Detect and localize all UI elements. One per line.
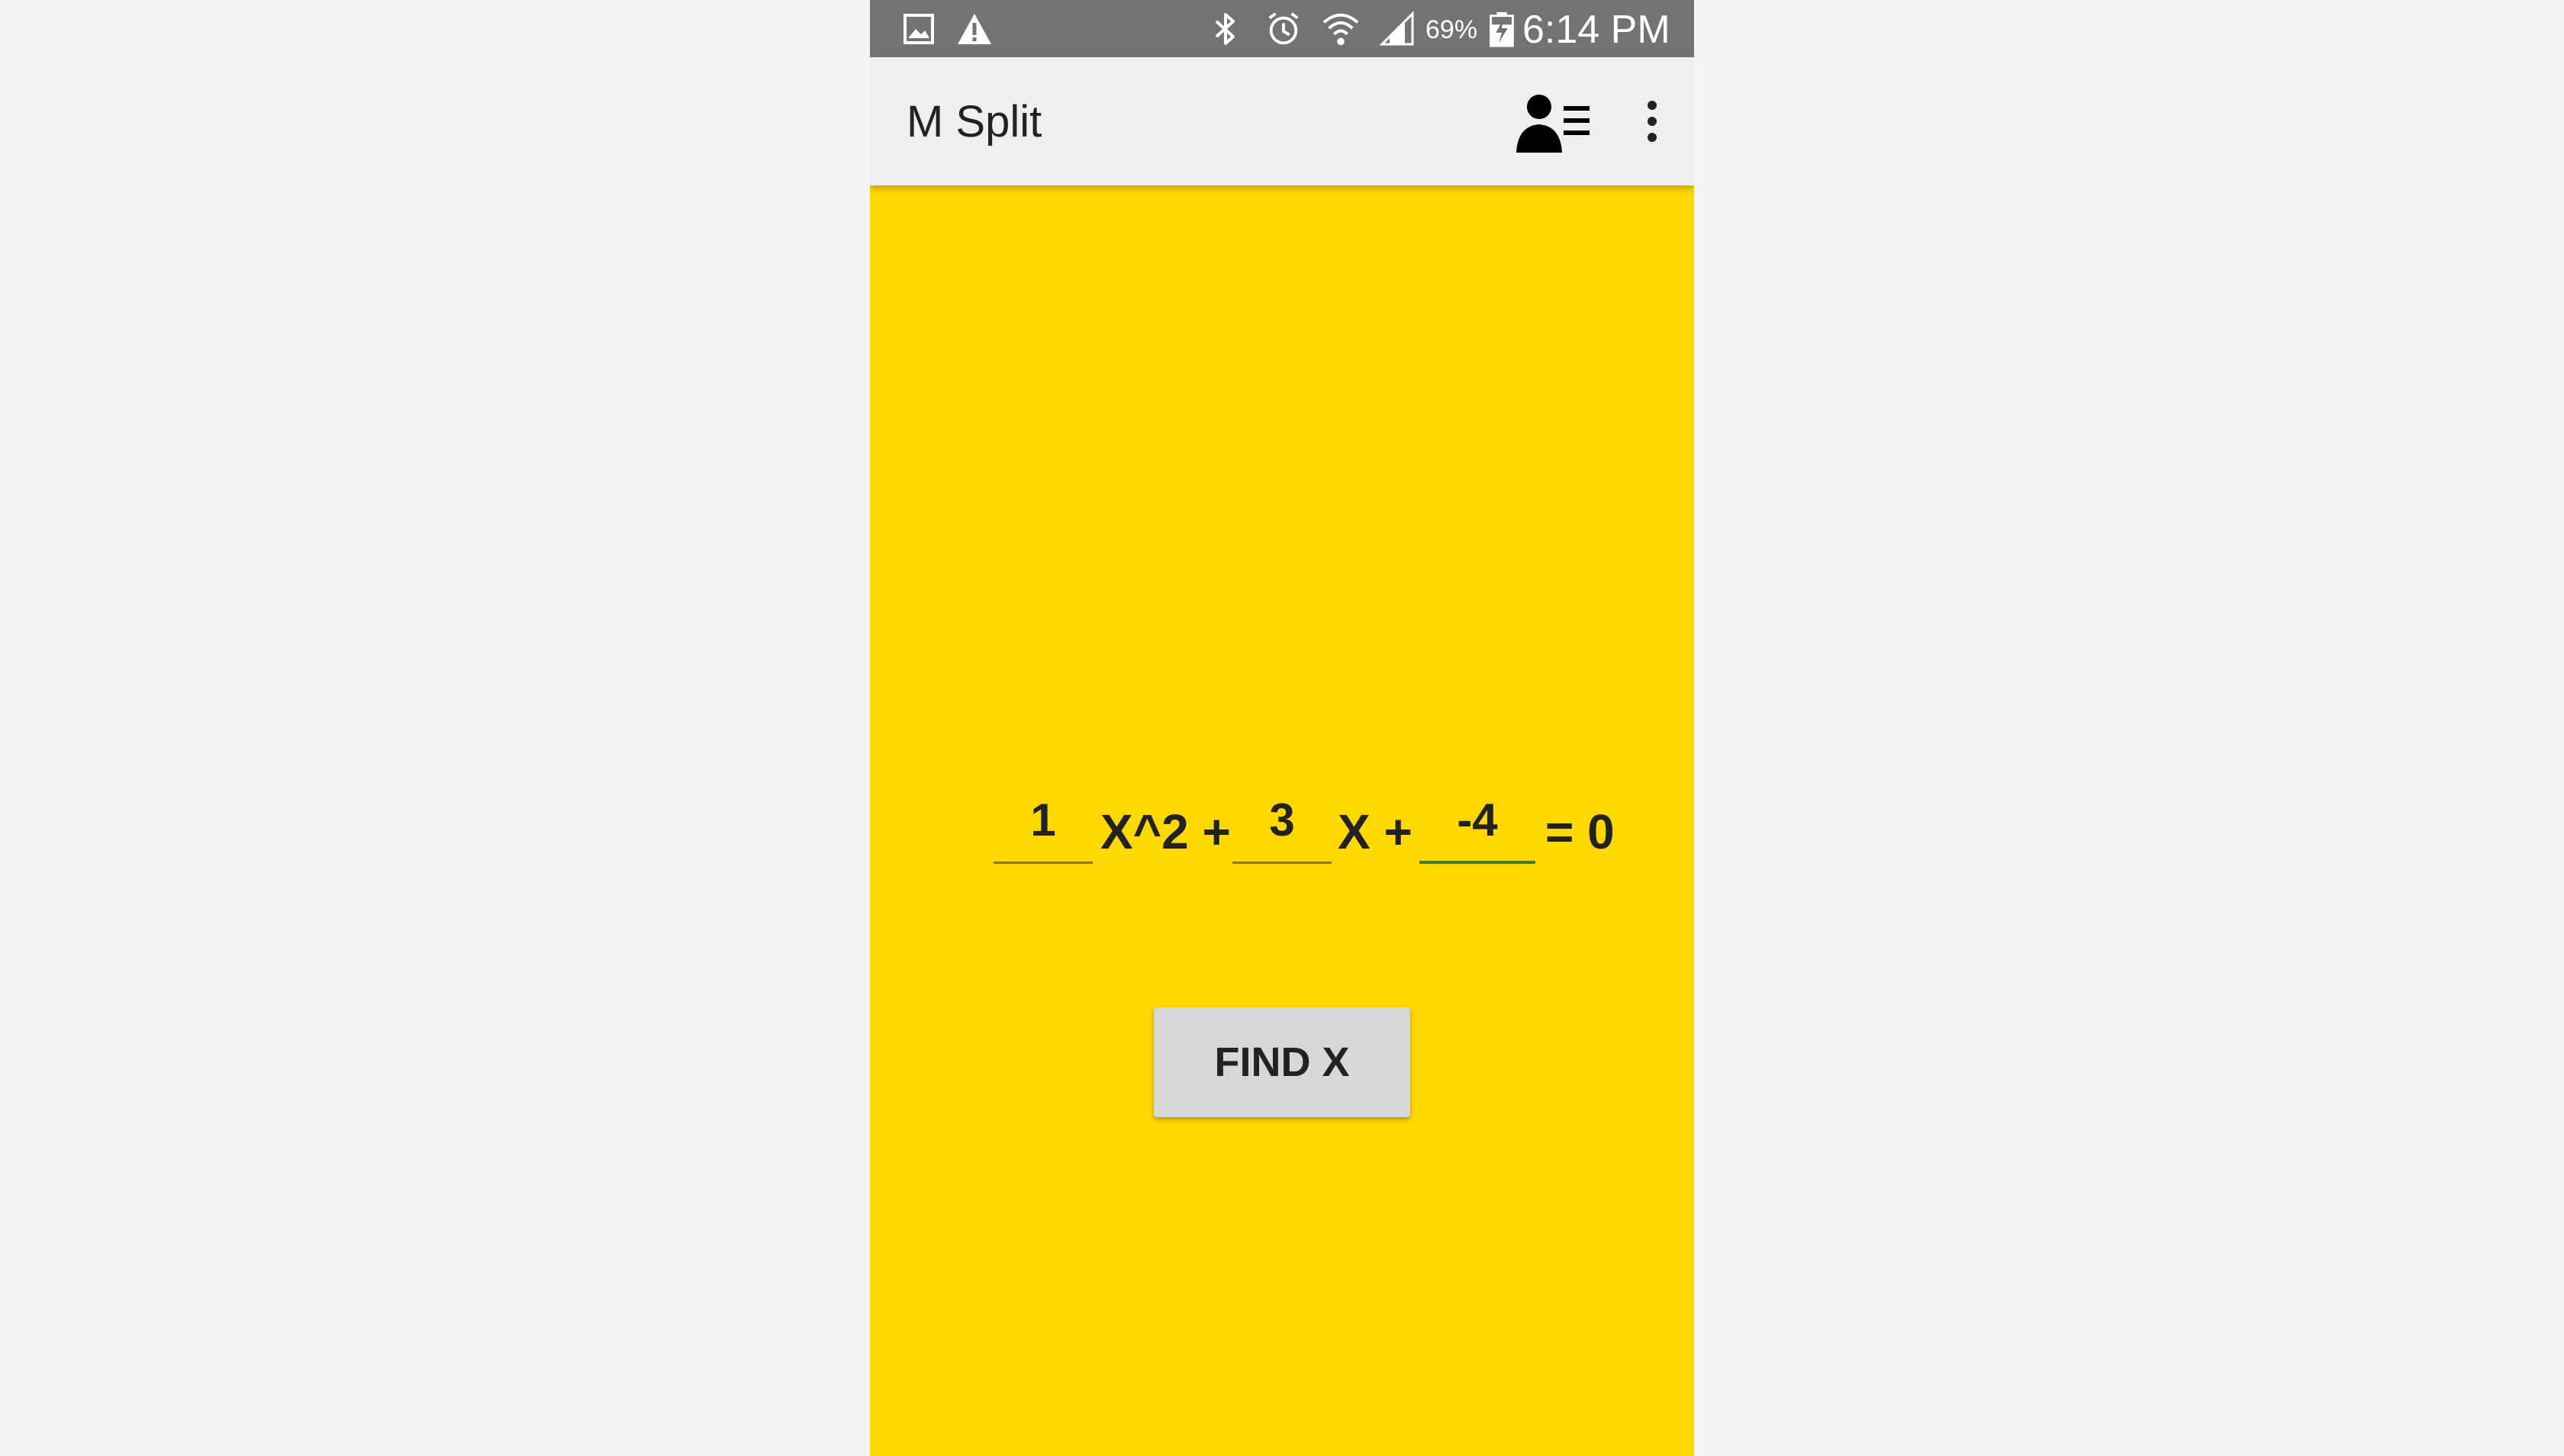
wifi-icon: [1322, 13, 1359, 46]
equals-zero-label: = 0: [1545, 804, 1615, 859]
battery-charging-icon: [1490, 11, 1514, 47]
signal-icon: [1379, 11, 1414, 46]
gallery-icon: [904, 14, 934, 44]
bluetooth-icon: [1215, 13, 1235, 45]
battery-percent: 69%: [1425, 15, 1478, 44]
status-bar: 69% 6:14 PM: [870, 0, 1694, 57]
coefficient-a-input[interactable]: [994, 778, 1093, 864]
phone-screen: 69% 6:14 PM M Split 1 X^2 + 3 X + -4 = 0…: [870, 0, 1694, 1456]
coefficient-b-input[interactable]: [1232, 778, 1332, 864]
x-label: X +: [1338, 804, 1412, 859]
find-x-button[interactable]: FIND X: [1154, 1007, 1410, 1117]
app-title: M Split: [907, 97, 1042, 147]
contacts-list-button[interactable]: [1515, 88, 1599, 156]
warning-icon: [958, 14, 991, 44]
more-options-button[interactable]: [1633, 88, 1671, 156]
quadratic-equation: X^2 + X + = 0: [870, 778, 1694, 878]
x-squared-label: X^2 +: [1100, 804, 1231, 859]
app-bar: M Split: [870, 57, 1694, 185]
coefficient-c-input[interactable]: [1419, 778, 1535, 864]
contacts-list-icon: [1516, 95, 1590, 153]
more-vert-icon: [1648, 101, 1657, 142]
alarm-icon: [1268, 12, 1299, 45]
status-clock: 6:14 PM: [1522, 8, 1670, 52]
